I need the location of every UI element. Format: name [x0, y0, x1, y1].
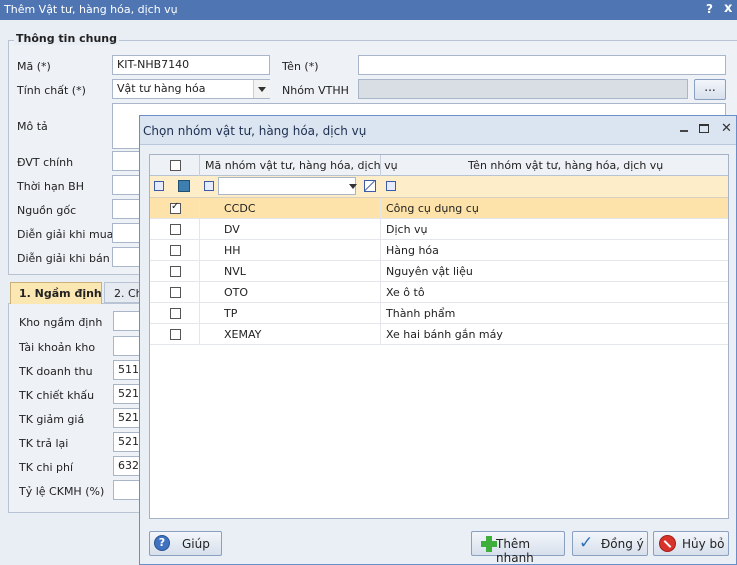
table-row[interactable]: HH Hàng hóa	[150, 240, 728, 261]
filter-row	[150, 176, 728, 198]
chevron-down-icon[interactable]	[349, 184, 357, 189]
table-row[interactable]: DV Dịch vụ	[150, 219, 728, 240]
tinh-chat-label: Tính chất (*)	[17, 84, 86, 97]
group-name: Thành phẩm	[386, 307, 456, 320]
minimize-icon[interactable]	[680, 130, 688, 132]
chevron-down-icon	[258, 87, 266, 92]
row-checkbox[interactable]	[170, 308, 181, 319]
group-code: DV	[224, 223, 240, 236]
filter-mode-icon[interactable]	[178, 180, 190, 192]
dvt-label: ĐVT chính	[17, 156, 74, 169]
column-header-code[interactable]: Mã nhóm vật tư, hàng hóa, dịch vụ	[205, 159, 398, 172]
dien-giai-ban-label: Diễn giải khi bán	[17, 252, 110, 265]
column-divider	[199, 155, 200, 176]
ma-input[interactable]: KIT-NHB7140	[112, 55, 270, 75]
filter-icon[interactable]	[154, 181, 164, 191]
default-label: TK doanh thu	[19, 365, 93, 378]
ok-button[interactable]: ✓ Đồng ý	[572, 531, 648, 556]
column-header-name[interactable]: Tên nhóm vật tư, hàng hóa, dịch vụ	[468, 159, 663, 172]
code-filter-input[interactable]	[218, 177, 356, 195]
group-name: Hàng hóa	[386, 244, 439, 257]
table-row[interactable]: NVL Nguyên vật liệu	[150, 261, 728, 282]
quick-add-button[interactable]: Thêm nhanh	[471, 531, 565, 565]
tinh-chat-dropdown-button[interactable]	[253, 80, 270, 98]
group-name: Dịch vụ	[386, 223, 428, 236]
nhom-vthh-browse-button[interactable]: ...	[694, 79, 726, 100]
ten-input[interactable]	[358, 55, 726, 75]
dialog-title: Chọn nhóm vật tư, hàng hóa, dịch vụ	[143, 124, 367, 138]
group-name: Xe ô tô	[386, 286, 425, 299]
check-icon: ✓	[171, 201, 180, 212]
help-button[interactable]: ? Giúp	[149, 531, 222, 556]
check-icon: ✓	[579, 533, 594, 553]
row-checkbox[interactable]	[170, 287, 181, 298]
general-group-title: Thông tin chung	[14, 32, 120, 45]
tab-ngam-dinh[interactable]: 1. Ngầm định	[10, 282, 102, 304]
row-checkbox[interactable]	[170, 266, 181, 277]
default-label: TK chi phí	[19, 461, 74, 474]
row-checkbox[interactable]	[170, 245, 181, 256]
row-checkbox[interactable]	[170, 329, 181, 340]
help-icon[interactable]: ?	[706, 2, 713, 16]
default-label: TK chiết khấu	[19, 389, 95, 402]
close-icon[interactable]: ✕	[721, 121, 732, 136]
group-name: Công cụ dụng cụ	[386, 202, 479, 215]
tinh-chat-select[interactable]: Vật tư hàng hóa	[112, 79, 270, 99]
default-label: Tỷ lệ CKMH (%)	[19, 485, 105, 498]
table-row[interactable]: TP Thành phẩm	[150, 303, 728, 324]
tab-second[interactable]: 2. Ch	[104, 282, 143, 303]
help-icon: ?	[154, 535, 170, 551]
dialog-title-bar: Chọn nhóm vật tư, hàng hóa, dịch vụ ✕	[140, 116, 736, 145]
column-divider	[380, 155, 381, 176]
nguon-goc-label: Nguồn gốc	[17, 204, 77, 217]
ma-label: Mã (*)	[17, 60, 51, 73]
add-icon	[481, 536, 497, 552]
nhom-vthh-label: Nhóm VTHH	[282, 84, 349, 97]
group-code: XEMAY	[224, 328, 262, 341]
row-checkbox[interactable]	[170, 224, 181, 235]
nhom-vthh-input[interactable]	[358, 79, 688, 99]
row-checkbox[interactable]: ✓	[170, 201, 181, 214]
default-label: TK trả lại	[19, 437, 69, 450]
default-label: TK giảm giá	[19, 413, 85, 426]
grid-header: Mã nhóm vật tư, hàng hóa, dịch vụ Tên nh…	[150, 155, 728, 176]
group-code: CCDC	[224, 202, 256, 215]
ten-label: Tên (*)	[282, 60, 319, 73]
choose-group-dialog: Chọn nhóm vật tư, hàng hóa, dịch vụ ✕ Mã…	[139, 115, 737, 565]
select-all-checkbox[interactable]	[170, 160, 181, 171]
name-filter-operator-icon[interactable]	[386, 181, 396, 191]
close-icon[interactable]: x	[724, 1, 732, 16]
cancel-button[interactable]: Hủy bỏ	[653, 531, 729, 556]
group-name: Xe hai bánh gắn máy	[386, 328, 503, 341]
dien-giai-mua-label: Diễn giải khi mua	[17, 228, 114, 241]
cancel-icon	[659, 535, 676, 552]
mo-ta-label: Mô tả	[17, 120, 48, 133]
group-code: NVL	[224, 265, 246, 278]
thoi-han-label: Thời hạn BH	[17, 180, 84, 193]
group-code: TP	[224, 307, 238, 320]
table-row[interactable]: ✓ CCDC Công cụ dụng cụ	[150, 198, 728, 219]
clear-filter-icon[interactable]	[364, 180, 376, 192]
group-code: HH	[224, 244, 241, 257]
group-grid: Mã nhóm vật tư, hàng hóa, dịch vụ Tên nh…	[149, 154, 729, 519]
table-row[interactable]: XEMAY Xe hai bánh gắn máy	[150, 324, 728, 345]
main-title-bar: Thêm Vật tư, hàng hóa, dịch vụ ? x	[0, 0, 737, 20]
group-name: Nguyên vật liệu	[386, 265, 473, 278]
group-code: OTO	[224, 286, 249, 299]
window-title: Thêm Vật tư, hàng hóa, dịch vụ	[4, 3, 178, 16]
maximize-icon[interactable]	[699, 124, 709, 133]
filter-operator-icon[interactable]	[204, 181, 214, 191]
default-label: Tài khoản kho	[19, 341, 96, 354]
default-label: Kho ngầm định	[19, 316, 103, 329]
tinh-chat-value: Vật tư hàng hóa	[117, 82, 206, 95]
table-row[interactable]: OTO Xe ô tô	[150, 282, 728, 303]
